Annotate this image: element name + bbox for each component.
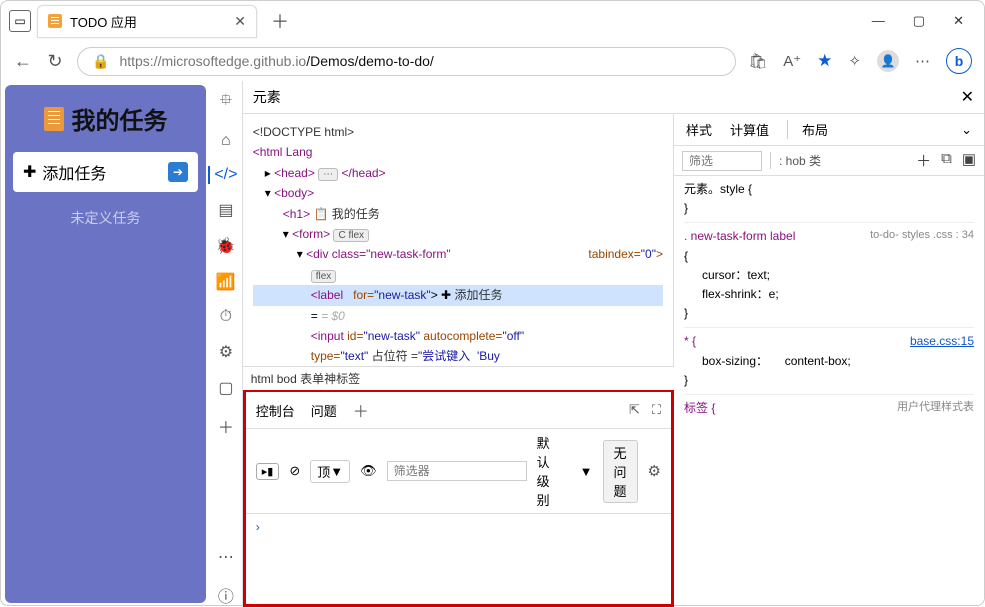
clipboard-icon — [44, 107, 64, 131]
elements-icon[interactable]: </> — [208, 166, 237, 184]
more-tools-icon[interactable]: ＋ — [218, 414, 234, 438]
devtools-close-icon[interactable]: ✕ — [961, 87, 974, 107]
new-tab-button[interactable]: ＋ — [263, 8, 297, 34]
back-button[interactable]: ← — [13, 51, 33, 72]
tab-title: TODO 应用 — [70, 12, 137, 31]
no-issues-badge[interactable]: 无问题 — [603, 440, 638, 503]
console-icon[interactable]: ▤ — [218, 200, 233, 220]
help-icon[interactable]: ⓘ — [218, 583, 234, 607]
lock-icon: 🔒 — [92, 53, 109, 70]
tab-close-icon[interactable]: ✕ — [234, 13, 246, 30]
profile-avatar[interactable]: 👤 — [877, 50, 899, 72]
application-icon[interactable]: ▢ — [218, 378, 233, 398]
console-filter-input[interactable] — [387, 461, 527, 481]
add-task-input[interactable]: ✚ 添加任务 ➔ — [13, 152, 198, 192]
memory-icon[interactable]: ⚙ — [219, 342, 233, 362]
devtools-activity-bar: ⯐ ⌂ </> ▤ 🐞 📶 ⏱ ⚙ ▢ ＋ ⋯ ⓘ — [210, 81, 243, 607]
breadcrumb[interactable]: html bod 表单神标签 — [243, 366, 674, 390]
read-aloud-icon[interactable]: A⁺ — [783, 52, 801, 70]
style-rules[interactable]: 元素。style { } . new-task-form labelto-do-… — [674, 176, 984, 607]
submit-task-button[interactable]: ➔ — [168, 162, 188, 182]
context-select[interactable]: 顶 ▼ — [310, 460, 350, 483]
address-bar: ← ↻ 🔒 https://microsoftedge.github.io/De… — [1, 41, 984, 81]
issues-icon[interactable]: ⋯ — [218, 547, 234, 567]
url-path: /Demos/demo-to-do/ — [306, 53, 434, 69]
performance-icon[interactable]: ⏱ — [220, 308, 232, 326]
log-level-select[interactable]: 默认级别 ▼ — [537, 433, 593, 509]
bing-chat-icon[interactable]: b — [946, 48, 972, 74]
tab-favicon — [48, 14, 62, 28]
live-expression-icon[interactable]: 👁 — [360, 463, 377, 479]
source-link[interactable]: base.css:15 — [910, 332, 974, 351]
toggle-device-icon[interactable]: ▣ — [962, 150, 976, 171]
new-rule-icon[interactable]: ＋ — [916, 150, 931, 171]
hover-class-toggle[interactable]: : hob 类 — [770, 152, 821, 169]
console-tab[interactable]: 控制台 — [256, 401, 295, 420]
drawer-dock-icon[interactable]: ⇱ — [629, 402, 640, 418]
inspect-icon[interactable]: ⯐ — [220, 89, 232, 116]
styles-more-icon[interactable]: ⌄ — [961, 122, 972, 138]
styles-filter-input[interactable] — [682, 151, 762, 171]
computed-tab[interactable]: 计算值 — [730, 120, 769, 139]
panel-title: 元素 — [253, 87, 281, 107]
issues-tab[interactable]: 问题 — [311, 401, 337, 420]
url-host: https://microsoftedge.github.io — [119, 53, 306, 69]
toggle-classes-icon[interactable]: ⧉ — [941, 150, 952, 171]
todo-app: 我的任务 ✚ 添加任务 ➔ 未定义任务 — [5, 85, 206, 603]
tab-actions-button[interactable]: ▭ — [9, 10, 31, 32]
shopping-icon[interactable]: 🛍 — [748, 52, 767, 70]
plus-icon: ✚ — [23, 162, 36, 182]
console-drawer: 控制台 问题 ＋ ⇱ ⛶ ▸▮ ⊘ 顶 ▼ 👁 默认级别 ▼ 无问题 ⚙ — [243, 390, 674, 607]
layout-tab[interactable]: 布局 — [787, 120, 828, 139]
more-icon[interactable]: ⋯ — [915, 52, 930, 70]
clear-console-icon[interactable]: ⊘ — [289, 463, 300, 479]
app-title: 我的任务 — [13, 93, 198, 144]
console-settings-icon[interactable]: ⚙ — [648, 462, 661, 480]
add-task-label: 添加任务 — [42, 160, 106, 184]
close-window-icon[interactable]: ✕ — [953, 13, 964, 29]
browser-tab[interactable]: TODO 应用 ✕ — [37, 5, 257, 38]
refresh-button[interactable]: ↻ — [45, 51, 65, 72]
welcome-icon[interactable]: ⌂ — [221, 132, 231, 150]
undefined-task-text: 未定义任务 — [13, 208, 198, 228]
styles-pane: 样式 计算值 布局 ⌄ : hob 类 ＋ ⧉ ▣ 元素。style { — [674, 114, 984, 607]
collections-icon[interactable]: ✧ — [848, 52, 861, 70]
drawer-expand-icon[interactable]: ⛶ — [652, 402, 661, 418]
network-icon[interactable]: 📶 — [216, 272, 236, 292]
url-field[interactable]: 🔒 https://microsoftedge.github.io/Demos/… — [77, 47, 736, 76]
sources-icon[interactable]: 🐞 — [216, 236, 236, 256]
favorite-icon[interactable]: ★ — [817, 51, 832, 71]
devtools-panel: 元素 ✕ <!DOCTYPE html> <html Lang ▸ <head>… — [243, 81, 984, 607]
maximize-icon[interactable]: ▢ — [913, 13, 925, 29]
dom-tree[interactable]: <!DOCTYPE html> <html Lang ▸ <head> ⋯ </… — [243, 114, 674, 366]
add-drawer-tab[interactable]: ＋ — [353, 398, 369, 422]
console-output[interactable]: › — [246, 514, 671, 604]
styles-tab[interactable]: 样式 — [686, 120, 712, 139]
titlebar: ▭ TODO 应用 ✕ ＋ — ▢ ✕ — [1, 1, 984, 41]
minimize-icon[interactable]: — — [872, 13, 885, 29]
console-sidebar-toggle[interactable]: ▸▮ — [256, 463, 280, 480]
